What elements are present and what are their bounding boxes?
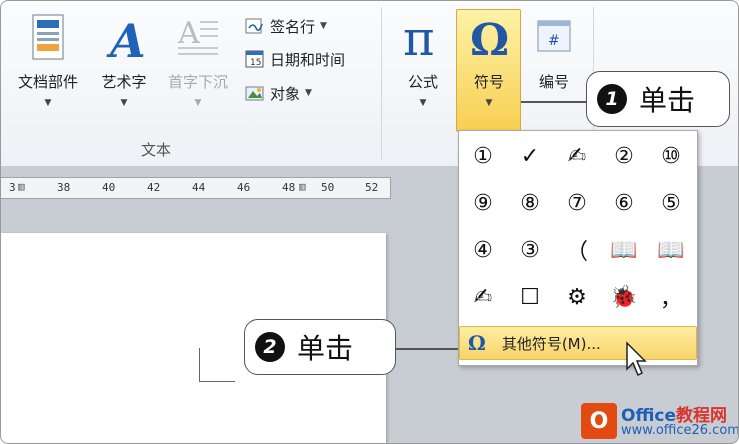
symbol-cell[interactable]: ⑩ <box>652 137 690 175</box>
symbol-cell[interactable]: ⑥ <box>605 184 643 222</box>
chevron-down-icon: ▼ <box>419 98 427 108</box>
wordart-icon: A <box>106 14 144 63</box>
symbol-cell[interactable]: ② <box>605 137 643 175</box>
wordart-label: 艺术字 <box>101 73 147 91</box>
symbol-cell[interactable]: ✓ <box>511 137 549 175</box>
symbol-button[interactable]: Ω 符号 ▼ <box>457 13 521 108</box>
calendar-icon: 15 <box>245 50 264 68</box>
chevron-down-icon: ▼ <box>320 21 327 31</box>
chevron-down-icon: ▼ <box>194 98 202 108</box>
callout-step-1: 1 单击 <box>586 71 730 127</box>
object-icon <box>245 86 264 101</box>
chevron-down-icon: ▼ <box>44 98 52 108</box>
symbol-cell[interactable]: ① <box>464 137 502 175</box>
doc-parts-label: 文档部件 <box>17 73 78 91</box>
signature-line-button[interactable]: 签名行 ▼ <box>245 14 327 38</box>
more-symbols-label: 其他符号(M)... <box>501 334 601 353</box>
ruler-tick: 50 <box>321 181 335 194</box>
ruler-tick: 40 <box>102 181 116 194</box>
object-button[interactable]: 对象 ▼ <box>245 81 312 105</box>
ruler-marker-icon: ▥ <box>299 180 306 193</box>
number-label: 编号 <box>538 73 569 91</box>
svg-text:π: π <box>403 13 435 63</box>
symbol-cell[interactable]: ④ <box>464 231 502 269</box>
dropcap-icon: A <box>177 16 218 55</box>
symbol-cell[interactable]: ⑤ <box>652 184 690 222</box>
ruler-tick: 46 <box>237 181 251 194</box>
doc-parts-button[interactable]: 文档部件 ▼ <box>7 13 89 108</box>
ruler-tick: 48 <box>282 181 296 194</box>
symbol-cell[interactable]: ⚙ <box>558 278 596 316</box>
more-symbols-item[interactable]: Ω 其他符号(M)... <box>459 326 697 360</box>
watermark-url: www.office26.com <box>621 423 739 438</box>
horizontal-ruler[interactable]: 3 38 40 42 44 46 48 50 52 ▥ ▥ <box>1 177 391 199</box>
svg-text:#: # <box>548 33 560 49</box>
step-number-badge: 1 <box>597 84 627 114</box>
ruler-tick: 52 <box>365 181 379 194</box>
number-button[interactable]: # 编号 <box>527 13 581 92</box>
symbol-cell[interactable]: ✍ <box>558 137 596 175</box>
step-number-badge: 2 <box>255 332 285 362</box>
ruler-tick: 3 <box>9 181 16 194</box>
callout-text: 单击 <box>297 332 354 365</box>
symbol-cell[interactable]: ☐ <box>511 278 549 316</box>
callout-step-2: 2 单击 <box>244 319 396 375</box>
signature-icon <box>245 18 263 34</box>
symbol-cell[interactable]: ③ <box>511 231 549 269</box>
omega-icon: Ω <box>470 15 509 63</box>
datetime-label: 日期和时间 <box>270 50 346 69</box>
ruler-tick: 42 <box>147 181 161 194</box>
symbol-cell[interactable]: 🐞 <box>605 278 643 316</box>
callout-leader <box>394 348 458 350</box>
chevron-down-icon: ▼ <box>305 88 312 98</box>
equation-label: 公式 <box>407 73 438 91</box>
symbol-cell[interactable]: 📖 <box>605 231 643 269</box>
text-group-label: 文本 <box>141 141 172 159</box>
chevron-down-icon: ▼ <box>120 98 128 108</box>
callout-text: 单击 <box>639 84 696 117</box>
symbol-dropdown: ① ✓ ✍ ② ⑩ ⑨ ⑧ ⑦ ⑥ ⑤ ④ ③ （ 📖 📖 ✍ ☐ ⚙ 🐞 ， … <box>458 130 698 366</box>
symbol-cell[interactable]: ， <box>652 278 690 316</box>
signature-line-label: 签名行 <box>270 17 316 36</box>
datetime-button[interactable]: 15 日期和时间 <box>245 47 345 71</box>
svg-text:A: A <box>177 16 200 51</box>
svg-text:A: A <box>106 14 144 63</box>
omega-icon: Ω <box>468 331 486 355</box>
wordart-button[interactable]: A 艺术字 ▼ <box>93 13 155 108</box>
equation-button[interactable]: π 公式 ▼ <box>397 13 449 108</box>
dropcap-button[interactable]: A 首字下沉 ▼ <box>159 13 237 108</box>
svg-text:15: 15 <box>250 58 261 68</box>
callout-leader <box>521 101 587 103</box>
number-icon: # <box>537 20 571 52</box>
symbol-cell[interactable]: 📖 <box>652 231 690 269</box>
symbol-cell[interactable]: （ <box>558 231 596 269</box>
dropcap-label: 首字下沉 <box>167 73 228 91</box>
ruler-tick: 44 <box>192 181 206 194</box>
symbol-cell[interactable]: ⑧ <box>511 184 549 222</box>
app-window: 文档部件 ▼ A 艺术字 ▼ A 首字下沉 ▼ 签名行 ▼ 15 日期和时间 对… <box>0 0 739 444</box>
object-label: 对象 <box>270 84 301 103</box>
doc-parts-icon <box>32 14 64 60</box>
crop-mark <box>199 348 235 382</box>
symbol-cell[interactable]: ⑨ <box>464 184 502 222</box>
chevron-down-icon: ▼ <box>485 98 493 108</box>
watermark: O Office教程网 www.office26.com <box>581 401 739 443</box>
office-logo-icon: O <box>581 403 617 439</box>
ruler-marker-icon: ▥ <box>18 180 25 193</box>
symbol-label: 符号 <box>473 73 504 91</box>
symbol-cell[interactable]: ✍ <box>464 278 502 316</box>
pi-icon: π <box>403 13 435 63</box>
group-separator <box>381 7 382 159</box>
svg-text:Ω: Ω <box>470 15 509 63</box>
symbol-cell[interactable]: ⑦ <box>558 184 596 222</box>
mouse-pointer-icon <box>626 341 647 377</box>
ruler-tick: 38 <box>57 181 71 194</box>
